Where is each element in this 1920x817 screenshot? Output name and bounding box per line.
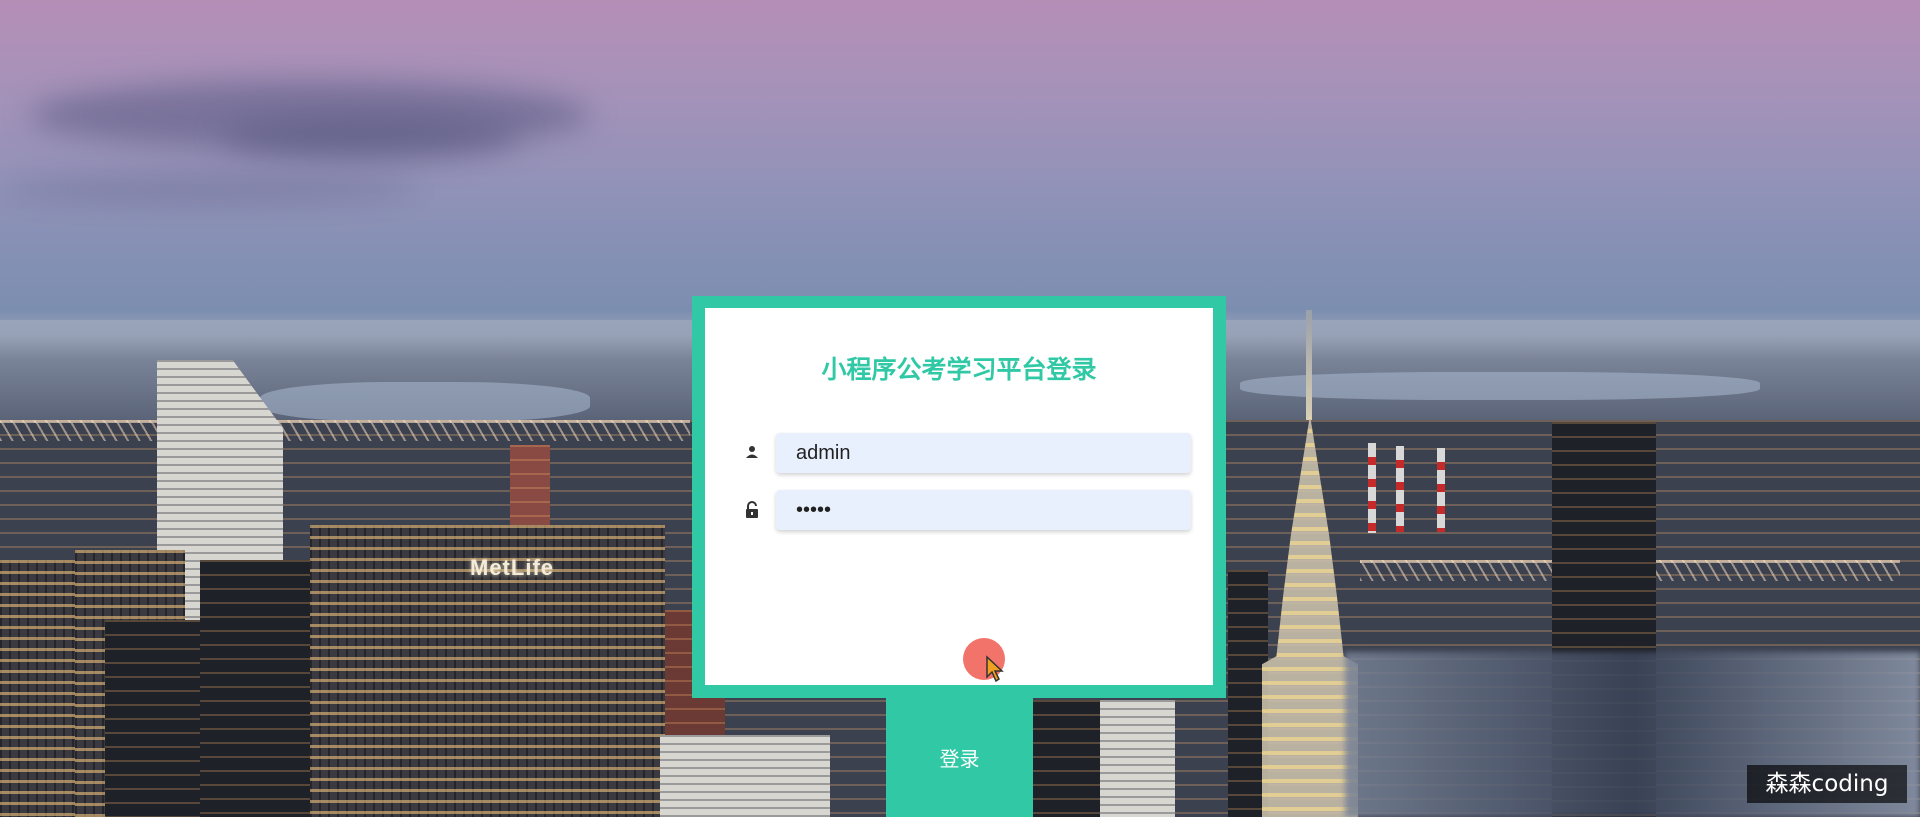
chimney xyxy=(1368,443,1376,533)
mouse-pointer-icon xyxy=(986,655,1004,683)
login-button[interactable]: 登录 xyxy=(886,698,1033,817)
river xyxy=(1240,372,1760,400)
building xyxy=(0,560,80,817)
chimney xyxy=(1437,448,1445,532)
building xyxy=(660,735,830,817)
building xyxy=(510,445,550,525)
metlife-sign: MetLife xyxy=(470,555,554,580)
login-title: 小程序公考学习平台登录 xyxy=(821,355,1097,384)
login-page: MetLife 小程序公考学习平台登录 admin ••••• 登录 森森cod… xyxy=(0,0,1920,817)
cloud xyxy=(0,175,420,203)
lock-icon xyxy=(746,501,758,518)
chimney xyxy=(1396,446,1404,532)
chrysler-spire xyxy=(1306,310,1312,420)
password-row xyxy=(743,490,1191,530)
username-row xyxy=(743,433,1191,473)
password-input[interactable] xyxy=(776,490,1191,530)
river xyxy=(260,382,590,422)
login-card-body: 小程序公考学习平台登录 xyxy=(705,308,1213,685)
building xyxy=(105,620,205,817)
building xyxy=(1100,700,1175,817)
bridge xyxy=(0,420,690,441)
login-card: 小程序公考学习平台登录 xyxy=(692,296,1226,698)
cloud xyxy=(220,115,520,160)
username-input[interactable] xyxy=(776,433,1191,473)
building xyxy=(200,560,310,817)
user-icon xyxy=(746,446,758,458)
watermark: 森森coding xyxy=(1747,765,1907,803)
